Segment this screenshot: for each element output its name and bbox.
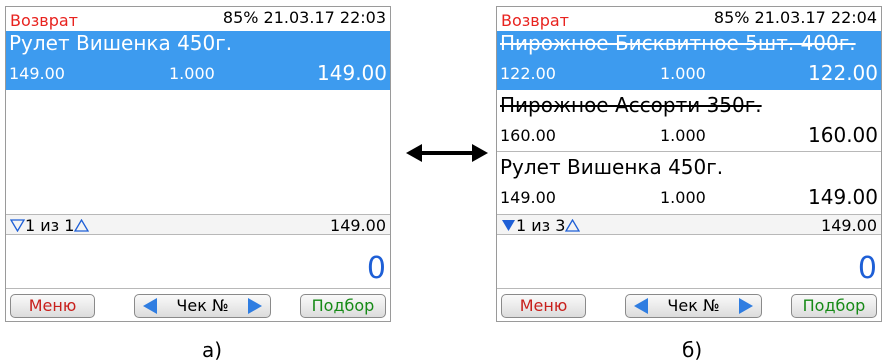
list-item[interactable]: Рулет Вишенка 450г. 149.00 1.000 149.00 [497,155,881,214]
item-price: 122.00 [500,64,556,83]
item-quantity: 1.000 [660,188,706,207]
item-sum: 160.00 [808,123,878,147]
page-up-icon[interactable] [74,218,90,232]
pager: 1 из 3 [501,216,581,235]
list-item[interactable]: Пирожное Ассорти 350г. 160.00 1.000 160.… [497,93,881,152]
amount-value: 0 [857,251,877,286]
item-name: Пирожное Ассорти 350г. [500,93,762,117]
item-price: 160.00 [500,126,556,145]
select-button[interactable]: Подбор [791,294,877,318]
arrow-right-icon[interactable] [246,297,264,315]
amount-field[interactable]: 0 [6,235,390,289]
caption-a: а) [202,338,223,362]
menu-button[interactable]: Меню [10,294,95,318]
check-number-button[interactable]: Чек № [134,294,271,318]
item-sum: 149.00 [317,61,387,85]
list-item[interactable]: Пирожное Бисквитное 5шт. 400г. 122.00 1.… [497,31,881,90]
pager-bar: 1 из 1 149.00 [6,214,390,235]
receipt-total: 149.00 [821,216,877,235]
mode-label: Возврат [10,11,78,30]
caption-b: б) [682,338,703,362]
item-quantity: 1.000 [660,126,706,145]
receipt-total: 149.00 [330,216,386,235]
device-screen-a: Возврат 85% 21.03.17 22:03 Рулет Вишенка… [5,6,391,322]
pager-bar: 1 из 3 149.00 [497,214,881,235]
item-sum: 122.00 [808,61,878,85]
page-down-icon[interactable] [10,218,25,232]
item-name: Рулет Вишенка 450г. [9,31,233,55]
amount-value: 0 [366,251,386,286]
page-indicator: 1 из 3 [516,216,566,235]
arrow-right-icon[interactable] [737,297,755,315]
page-indicator: 1 из 1 [25,216,75,235]
double-arrow-icon [406,144,488,162]
amount-field[interactable]: 0 [497,235,881,289]
list-item[interactable]: Рулет Вишенка 450г. 149.00 1.000 149.00 [6,31,390,90]
battery-datetime: 85% 21.03.17 22:03 [222,8,386,27]
item-price: 149.00 [9,64,65,83]
item-price: 149.00 [500,188,556,207]
item-sum: 149.00 [808,185,878,209]
softkey-bar: Меню Чек № Подбор [497,291,881,321]
battery-datetime: 85% 21.03.17 22:04 [713,8,877,27]
item-quantity: 1.000 [660,64,706,83]
page-up-icon[interactable] [565,218,581,232]
status-bar: Возврат 85% 21.03.17 22:03 [6,7,390,31]
status-bar: Возврат 85% 21.03.17 22:04 [497,7,881,31]
device-screen-b: Возврат 85% 21.03.17 22:04 Пирожное Биск… [496,6,882,322]
item-quantity: 1.000 [169,64,215,83]
pager: 1 из 1 [10,216,90,235]
mode-label: Возврат [501,11,569,30]
softkey-bar: Меню Чек № Подбор [6,291,390,321]
menu-button[interactable]: Меню [501,294,586,318]
page-down-icon[interactable] [501,219,516,232]
select-button[interactable]: Подбор [300,294,386,318]
item-name: Рулет Вишенка 450г. [500,155,724,179]
item-name: Пирожное Бисквитное 5шт. 400г. [500,31,856,55]
check-number-button[interactable]: Чек № [625,294,762,318]
